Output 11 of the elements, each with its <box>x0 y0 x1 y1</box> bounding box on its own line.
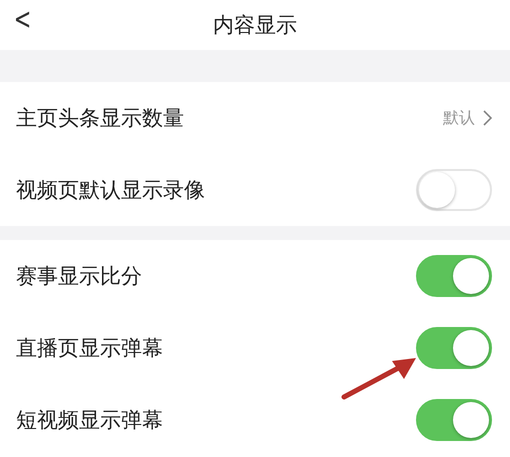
toggle-switch[interactable] <box>416 399 492 441</box>
setting-label: 赛事显示比分 <box>16 263 142 290</box>
chevron-icon <box>483 110 492 126</box>
back-button[interactable]: < <box>14 2 32 37</box>
setting-label: 视频页默认显示录像 <box>16 177 205 204</box>
toggle-switch[interactable] <box>416 327 492 369</box>
toggle-switch[interactable] <box>416 255 492 297</box>
setting-label: 短视频显示弹幕 <box>16 407 163 434</box>
setting-label: 直播页显示弹幕 <box>16 335 163 362</box>
setting-label: 主页头条显示数量 <box>16 105 184 132</box>
page-title: 内容显示 <box>213 12 297 39</box>
